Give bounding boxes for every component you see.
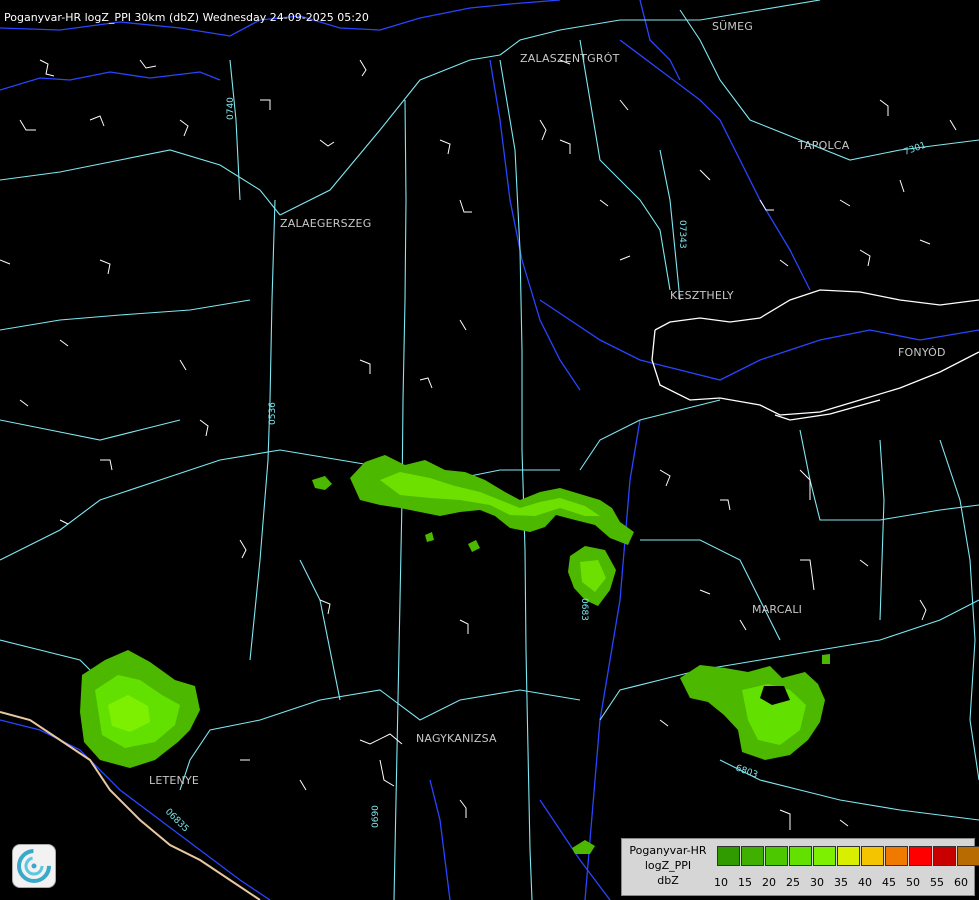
svg-text:07343: 07343	[677, 220, 687, 249]
legend-swatch	[789, 846, 812, 866]
legend-tick-label: 15	[738, 876, 752, 889]
legend-tick-label: 65	[973, 876, 979, 889]
radar-map: 0740 0536 07343 0683 6803 06835 0690 730…	[0, 0, 979, 900]
city-label-letenye: LETENYE	[149, 774, 200, 787]
legend-swatch	[861, 846, 884, 866]
city-label-tapolca: TAPOLCA	[798, 139, 850, 152]
svg-text:0690: 0690	[371, 805, 381, 828]
legend-tick-label: 25	[786, 876, 800, 889]
city-label-zalaszentgrot: ZALASZENTGRÓT	[520, 52, 620, 65]
city-label-zalaegerszeg: ZALAEGERSZEG	[280, 217, 372, 230]
legend-ticks: 10152025303540455055606570	[709, 876, 979, 889]
legend-swatch	[909, 846, 932, 866]
legend-swatch	[933, 846, 956, 866]
legend-tick-label: 35	[834, 876, 848, 889]
svg-text:0683: 0683	[579, 598, 589, 621]
color-legend: Poganyvar-HR logZ_PPI dbZ 10 15 20 25 30 35 40…	[621, 838, 979, 896]
city-label-marcali: MARCALI	[752, 603, 803, 616]
legend-tick-label: 10	[714, 876, 728, 889]
legend-tick-label: 30	[810, 876, 824, 889]
city-label-sumeg: SÜMEG	[712, 20, 753, 33]
legend-swatch	[765, 846, 788, 866]
legend-swatch	[885, 846, 908, 866]
legend-swatch	[957, 846, 979, 866]
svg-text:0536: 0536	[268, 402, 278, 425]
legend-swatch	[813, 846, 836, 866]
radar-swirl-icon	[12, 844, 56, 888]
legend-label: Poganyvar-HR logZ_PPI dbZ	[629, 844, 707, 887]
legend-swatches	[717, 846, 979, 866]
legend-tick-label: 40	[858, 876, 872, 889]
legend-swatch	[837, 846, 860, 866]
legend-swatch	[717, 846, 740, 866]
map-title: Poganyvar-HR logZ_PPI 30km (dbZ) Wednesd…	[4, 11, 369, 24]
legend-tick-label: 20	[762, 876, 776, 889]
legend-tick-label: 50	[906, 876, 920, 889]
legend-tick-label: 60	[954, 876, 968, 889]
city-label-nagykanizsa: NAGYKANIZSA	[416, 732, 497, 745]
legend-tick-label: 45	[882, 876, 896, 889]
legend-tick-label: 55	[930, 876, 944, 889]
svg-text:0740: 0740	[226, 97, 236, 120]
city-label-fonyod: FONYÓD	[898, 346, 946, 359]
city-label-keszthely: KESZTHELY	[670, 289, 734, 302]
legend-swatch	[741, 846, 764, 866]
